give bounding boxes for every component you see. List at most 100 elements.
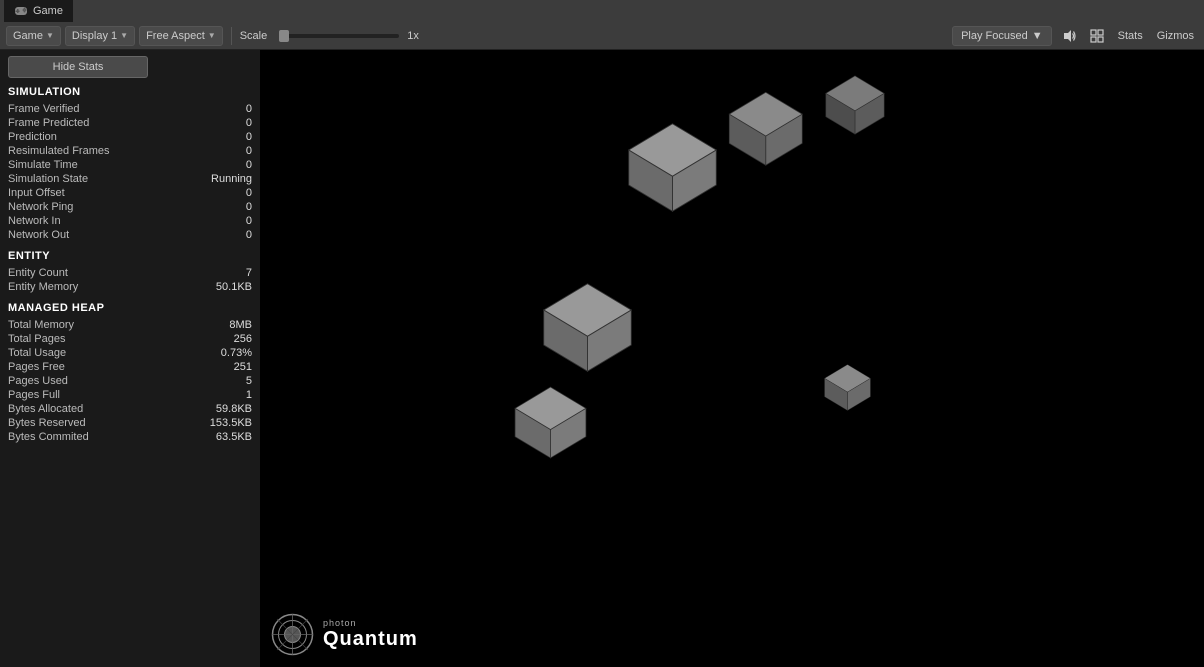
controller-icon <box>14 4 28 18</box>
photon-logo: photon Quantum <box>270 612 418 657</box>
stat-label: Resimulated Frames <box>8 145 109 157</box>
stat-value: 251 <box>182 361 252 373</box>
aspect-dropdown-btn[interactable]: Free Aspect ▼ <box>139 26 223 46</box>
quantum-main-label: Quantum <box>323 628 418 651</box>
stat-label: Total Pages <box>8 333 65 345</box>
stat-value: 1 <box>182 389 252 401</box>
stat-value: 0.73% <box>182 347 252 359</box>
simulation-section-title: SIMULATION <box>8 86 252 98</box>
stat-value: 0 <box>182 159 252 171</box>
stat-value: Running <box>182 173 252 185</box>
stat-label: Pages Used <box>8 375 68 387</box>
play-focused-arrow: ▼ <box>1032 30 1043 42</box>
stat-label: Pages Free <box>8 361 65 373</box>
stat-value: 50.1KB <box>182 281 252 293</box>
table-row: Pages Full 1 <box>8 388 252 402</box>
stat-value: 0 <box>182 215 252 227</box>
table-row: Pages Free 251 <box>8 360 252 374</box>
scale-slider[interactable] <box>279 34 399 38</box>
stat-value: 0 <box>182 187 252 199</box>
cube-decoration <box>620 115 725 220</box>
stat-label: Simulation State <box>8 173 88 185</box>
play-focused-btn[interactable]: Play Focused ▼ <box>952 26 1052 46</box>
heap-section-title: MANAGED HEAP <box>8 302 252 314</box>
game-tab[interactable]: Game <box>4 0 73 22</box>
aspect-dropdown-arrow: ▼ <box>208 31 216 40</box>
table-row: Total Memory 8MB <box>8 318 252 332</box>
stat-value: 8MB <box>182 319 252 331</box>
stat-label: Bytes Allocated <box>8 403 83 415</box>
stat-value: 5 <box>182 375 252 387</box>
stat-label: Bytes Commited <box>8 431 89 443</box>
scale-thumb <box>279 30 289 42</box>
toolbar: Game ▼ Display 1 ▼ Free Aspect ▼ Scale 1… <box>0 22 1204 50</box>
stat-value: 63.5KB <box>182 431 252 443</box>
stat-label: Entity Count <box>8 267 68 279</box>
table-row: Entity Memory 50.1KB <box>8 280 252 294</box>
table-row: Resimulated Frames 0 <box>8 144 252 158</box>
table-row: Entity Count 7 <box>8 266 252 280</box>
stat-label: Total Usage <box>8 347 66 359</box>
stat-label: Frame Predicted <box>8 117 89 129</box>
cube-decoration <box>508 380 593 465</box>
cube-decoration <box>820 360 875 415</box>
stat-value: 0 <box>182 103 252 115</box>
stat-label: Total Memory <box>8 319 74 331</box>
stat-value: 59.8KB <box>182 403 252 415</box>
gizmos-btn[interactable]: Gizmos <box>1153 28 1198 44</box>
entity-section-title: ENTITY <box>8 250 252 262</box>
table-row: Input Offset 0 <box>8 186 252 200</box>
tab-bar: Game <box>0 0 1204 22</box>
entity-stats: Entity Count 7 Entity Memory 50.1KB <box>8 266 252 294</box>
table-row: Network Out0 <box>8 228 252 242</box>
stat-label: Simulate Time <box>8 159 78 171</box>
table-row: Bytes Reserved 153.5KB <box>8 416 252 430</box>
stat-label: Network In <box>8 215 61 227</box>
stat-label: Pages Full <box>8 389 60 401</box>
scale-value: 1x <box>407 30 419 42</box>
table-row: Pages Used 5 <box>8 374 252 388</box>
simulation-stats: Frame Verified0Frame Predicted0Predictio… <box>8 102 252 242</box>
table-row: Frame Predicted 0 <box>8 116 252 130</box>
stat-value: 7 <box>182 267 252 279</box>
stat-label: Network Ping <box>8 201 73 213</box>
game-dropdown-btn[interactable]: Game ▼ <box>6 26 61 46</box>
stats-btn[interactable]: Stats <box>1114 28 1147 44</box>
stat-label: Input Offset <box>8 187 65 199</box>
game-viewport: photon Quantum <box>260 50 1204 667</box>
stat-label: Prediction <box>8 131 57 143</box>
table-row: Network Ping 0 <box>8 200 252 214</box>
stats-panel: Hide Stats SIMULATION Frame Verified0Fra… <box>0 50 260 667</box>
main-content: Hide Stats SIMULATION Frame Verified0Fra… <box>0 50 1204 667</box>
stat-label: Entity Memory <box>8 281 78 293</box>
stat-value: 0 <box>182 229 252 241</box>
photon-logo-text: photon Quantum <box>323 618 418 651</box>
grid-btn[interactable] <box>1086 26 1108 46</box>
hide-stats-btn[interactable]: Hide Stats <box>8 56 148 78</box>
stat-value: 0 <box>182 145 252 157</box>
table-row: Simulate Time 0 <box>8 158 252 172</box>
table-row: Total Pages 256 <box>8 332 252 346</box>
photon-logo-icon <box>270 612 315 657</box>
stat-value: 0 <box>182 117 252 129</box>
stat-value: 153.5KB <box>182 417 252 429</box>
cube-decoration <box>535 275 640 380</box>
table-row: Bytes Allocated 59.8KB <box>8 402 252 416</box>
heap-stats: Total Memory8MBTotal Pages256Total Usage… <box>8 318 252 444</box>
table-row: Frame Verified0 <box>8 102 252 116</box>
table-row: Prediction0 <box>8 130 252 144</box>
display-dropdown-arrow: ▼ <box>120 31 128 40</box>
display-dropdown-btn[interactable]: Display 1 ▼ <box>65 26 135 46</box>
table-row: Bytes Commited 63.5KB <box>8 430 252 444</box>
cube-decoration <box>820 70 890 140</box>
toolbar-right: Play Focused ▼ Stats Gizmos <box>952 26 1198 46</box>
stat-value: 0 <box>182 201 252 213</box>
scale-label: Scale <box>240 30 268 42</box>
stat-label: Bytes Reserved <box>8 417 86 429</box>
stat-value: 256 <box>182 333 252 345</box>
audio-btn[interactable] <box>1058 26 1080 46</box>
table-row: Total Usage 0.73% <box>8 346 252 360</box>
game-dropdown-arrow: ▼ <box>46 31 54 40</box>
table-row: Network In 0 <box>8 214 252 228</box>
photon-sub-label: photon <box>323 618 418 628</box>
